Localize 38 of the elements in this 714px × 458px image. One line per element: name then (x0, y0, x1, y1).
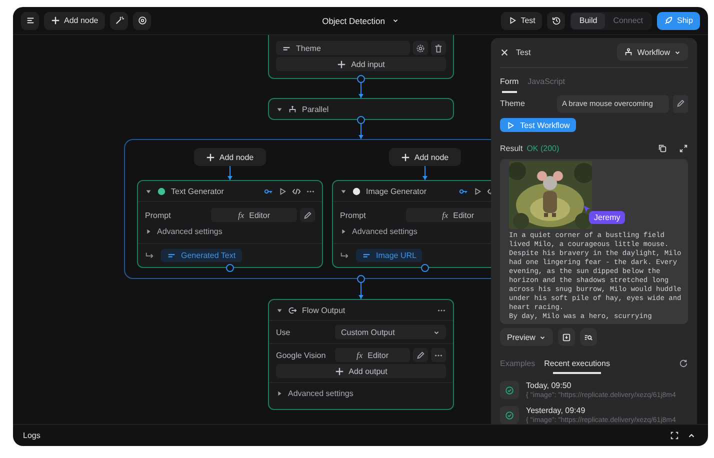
advanced-settings-toggle[interactable]: Advanced settings (157, 227, 222, 236)
logs-label[interactable]: Logs (23, 431, 662, 440)
execution-time[interactable]: Today, 09:50 (526, 381, 676, 390)
output-type-select[interactable]: Custom Output (335, 325, 446, 339)
field-label: Theme (500, 99, 526, 108)
field-label: Prompt (340, 210, 367, 220)
editor-button[interactable]: fx Editor (335, 348, 410, 362)
editor-button[interactable]: fx Editor (406, 208, 491, 222)
workflow-dropdown[interactable]: Workflow (617, 43, 688, 62)
form-tab[interactable]: Form (500, 70, 519, 93)
result-label: Result (500, 144, 523, 153)
add-output-button[interactable]: Add output (276, 364, 446, 378)
node-title: Parallel (302, 104, 329, 114)
input-field-chip[interactable]: Theme (276, 41, 410, 55)
node-title: Flow Output (302, 306, 346, 314)
add-input-button[interactable]: Add input (276, 57, 446, 71)
add-node-button[interactable]: Add node (389, 148, 461, 166)
editor-button[interactable]: fx Editor (211, 208, 297, 222)
node-title: Text Generator (171, 186, 225, 196)
output-variable-chip[interactable]: Generated Text (161, 249, 242, 262)
execution-time[interactable]: Yesterday, 09:49 (526, 406, 676, 415)
output-variable-chip[interactable]: Image URL (356, 249, 422, 262)
field-label: Prompt (145, 210, 172, 220)
field-label: Use (276, 328, 292, 336)
add-node-button[interactable]: Add node (44, 12, 106, 30)
mode-tab[interactable]: Build (571, 12, 606, 28)
advanced-settings-toggle[interactable]: Advanced settings (288, 389, 354, 398)
panel-title: Test (516, 48, 532, 57)
history-tab[interactable]: Recent executions (544, 352, 610, 374)
cursor-name-tag: Jeremy (589, 211, 626, 224)
advanced-settings-toggle[interactable]: Advanced settings (352, 227, 418, 236)
node-title: Image Generator (366, 186, 428, 196)
add-node-button[interactable]: Add node (194, 148, 266, 166)
field-label: Google Vision (276, 350, 327, 360)
preview-dropdown[interactable]: Preview (500, 328, 554, 346)
test-button[interactable]: Test (500, 12, 542, 30)
project-title-dropdown[interactable]: Object Detection (322, 16, 399, 26)
status-text: OK (200) (526, 144, 560, 153)
